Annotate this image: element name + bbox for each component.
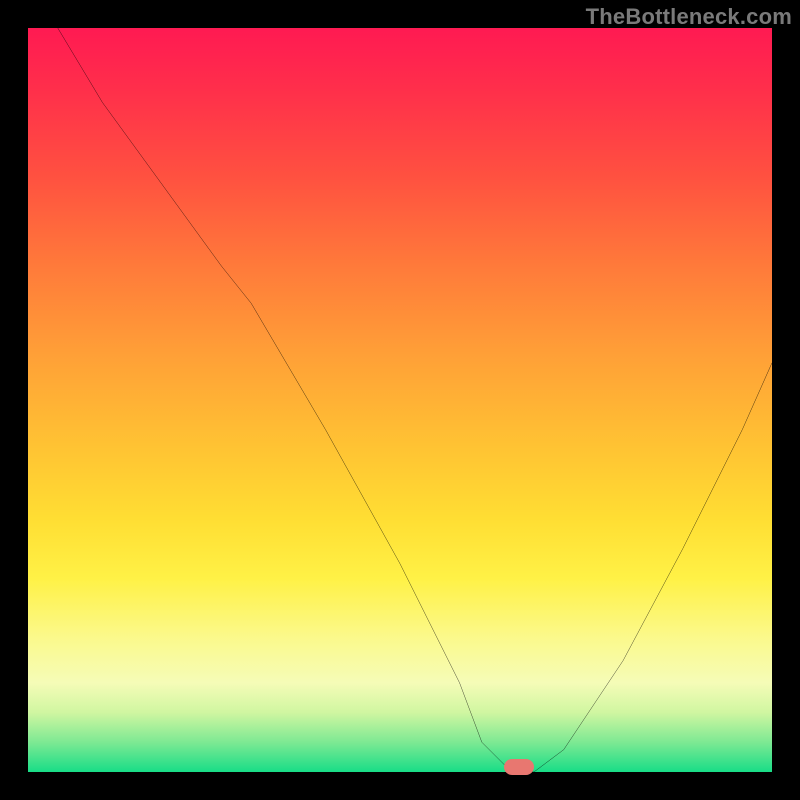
bottleneck-curve-path	[58, 28, 772, 772]
watermark-text: TheBottleneck.com	[586, 4, 792, 30]
chart-frame: TheBottleneck.com	[0, 0, 800, 800]
optimal-marker	[504, 759, 534, 775]
curve-svg	[28, 28, 772, 772]
plot-area	[28, 28, 772, 772]
